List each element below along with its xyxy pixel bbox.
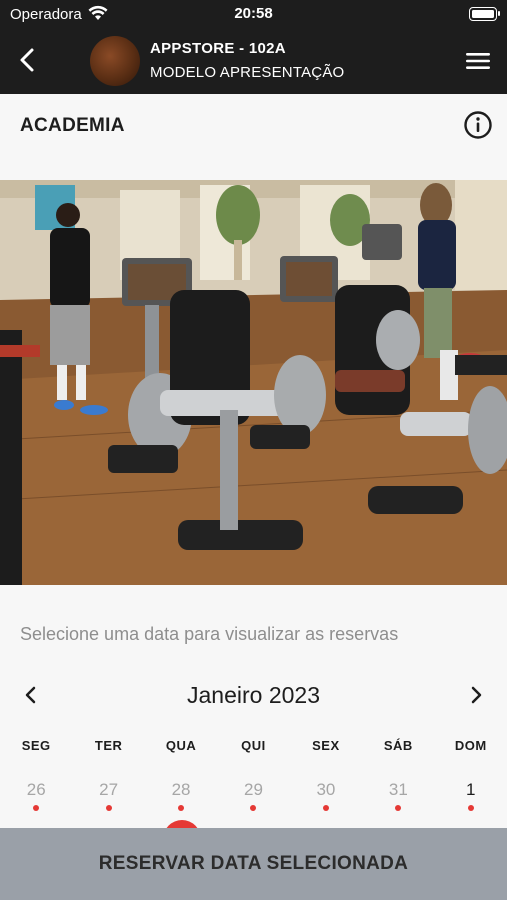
day-number: 29 (244, 780, 263, 799)
day-number: 30 (316, 780, 336, 799)
nav-subtitle: MODELO APRESENTAÇÃO (150, 64, 345, 81)
reservation-dot (250, 805, 257, 811)
reserve-button-label: RESERVAR DATA SELECIONADA (98, 853, 409, 874)
nav-title: APPSTORE - 102A (150, 40, 286, 57)
day-number: 26 (26, 780, 46, 799)
weekday-label: SEX (312, 738, 340, 753)
calendar-day[interactable]: 26 (0, 780, 72, 820)
reserve-selected-date-button[interactable]: RESERVAR DATA SELECIONADA (0, 828, 507, 900)
weekday-label: QUI (241, 738, 266, 753)
calendar-day[interactable]: 27 (72, 780, 144, 820)
calendar-day[interactable]: 31 (362, 780, 434, 820)
page-title: ACADEMIA (20, 115, 125, 136)
month-navigation: Janeiro 2023 (0, 680, 507, 710)
avatar (90, 36, 140, 86)
info-icon[interactable] (463, 110, 493, 140)
calendar-prompt: Selecione uma data para visualizar as re… (20, 624, 399, 644)
status-bar: Operadora 20:58 (0, 0, 507, 28)
reservation-dot (395, 805, 402, 811)
gym-photo (0, 180, 507, 585)
calendar-day[interactable]: 29 (217, 780, 289, 820)
weekday-label: QUA (165, 738, 197, 753)
weekday-label: DOM (454, 738, 487, 753)
weekday-header: SEG TER QUA QUI SEX SÁB DOM (0, 738, 507, 758)
day-number: 28 (171, 780, 191, 799)
day-number: 1 (466, 780, 476, 799)
weekday-label: SEG (21, 738, 51, 753)
chevron-right-icon[interactable] (465, 682, 487, 708)
clock: 20:58 (234, 5, 273, 22)
day-number: 27 (99, 780, 119, 799)
reservation-dot (467, 805, 474, 811)
reservation-dot (178, 805, 185, 811)
calendar-week-row: 26 27 28 29 30 31 1 (0, 780, 507, 820)
reservation-dot (105, 805, 112, 811)
gym-illustration (0, 180, 507, 585)
battery-icon (469, 7, 500, 21)
weekday-label: SÁB (383, 738, 413, 753)
section-header: ACADEMIA (0, 94, 507, 180)
reservation-dot (33, 805, 40, 811)
weekday-label: TER (94, 738, 123, 753)
month-label: Janeiro 2023 (187, 682, 320, 708)
reservation-dot (322, 805, 329, 811)
calendar-day[interactable]: 28 (145, 780, 217, 820)
calendar-day[interactable]: 1 (435, 780, 507, 820)
nav-bar: APPSTORE - 102A MODELO APRESENTAÇÃO (0, 28, 507, 94)
day-number: 31 (388, 780, 408, 799)
hamburger-menu-icon[interactable] (465, 48, 491, 74)
back-arrow-icon[interactable] (14, 46, 42, 74)
calendar-day[interactable]: 30 (290, 780, 362, 820)
